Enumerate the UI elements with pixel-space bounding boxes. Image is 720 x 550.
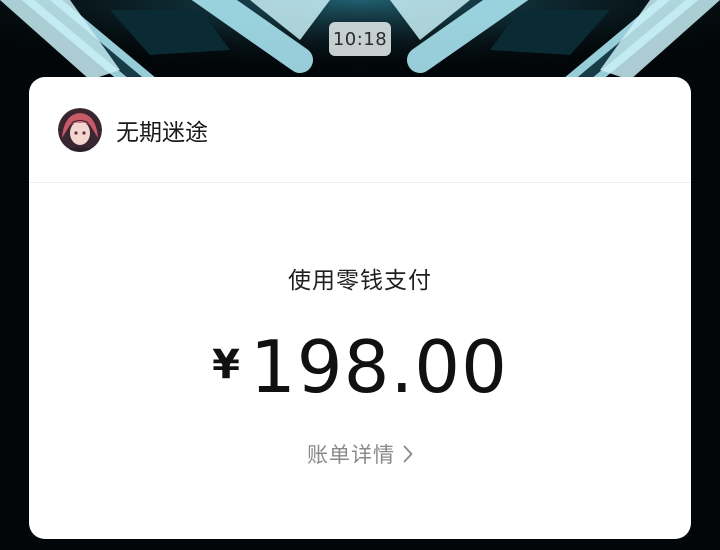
message-timestamp: 10:18 [329,22,391,56]
card-header: 无期迷途 [29,77,691,183]
chevron-right-icon [403,445,413,463]
currency-symbol: ¥ [212,342,240,388]
anime-avatar-icon[interactable] [58,107,102,152]
payment-amount-row: ¥ 198.00 [29,325,691,409]
payment-card[interactable]: 无期迷途 使用零钱支付 ¥ 198.00 账单详情 [29,77,691,539]
bill-details-label: 账单详情 [307,443,395,467]
avatar-image [58,107,102,152]
payment-summary: 使用零钱支付 ¥ 198.00 账单详情 [29,261,691,469]
payment-method-label: 使用零钱支付 [288,268,432,294]
sender-name[interactable]: 无期迷途 [116,113,208,147]
payment-amount: 198.00 [249,325,508,409]
bill-details-link[interactable]: 账单详情 [307,439,413,469]
